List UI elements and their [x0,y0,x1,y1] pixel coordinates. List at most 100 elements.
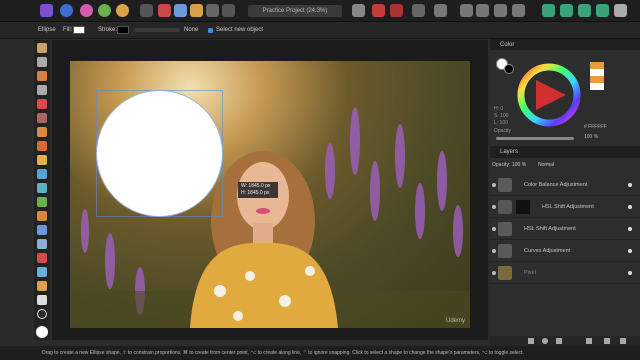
flood-fill-icon[interactable] [37,183,47,193]
toggle-icon[interactable] [434,4,447,17]
snapping-icon[interactable] [372,4,385,17]
studio-icon-4[interactable] [596,4,609,17]
adjustment-icon[interactable] [542,338,548,344]
color-panel: H: 0 S: 100 L: 100 Opacity # FFFFFF 100 … [490,50,640,146]
layer-visibility-toggle[interactable] [628,271,632,275]
layer-visibility-toggle[interactable] [628,227,632,231]
mask-icon[interactable] [222,4,235,17]
layer-visibility-toggle[interactable] [628,249,632,253]
layers-panel-title: Layers [500,149,519,155]
marquee-icon[interactable] [37,127,47,137]
layer-row[interactable]: Color Balance Adjustment [490,174,640,196]
delete-layer-icon[interactable] [620,338,626,344]
red-eye-icon[interactable] [37,253,47,263]
layer-name: Color Balance Adjustment [524,182,588,188]
layer-menu-icon[interactable] [140,4,153,17]
color-picker-icon[interactable] [158,4,171,17]
persona-liquify-icon[interactable] [80,4,93,17]
studio-icon-1[interactable] [542,4,555,17]
clone-icon[interactable] [37,225,47,235]
erase-brush-icon[interactable] [37,169,47,179]
layers-opacity-label: Opacity: [492,162,511,168]
studio-icon-3[interactable] [578,4,591,17]
layer-visibility-toggle[interactable] [628,183,632,187]
layer-row[interactable]: Pixel [490,262,640,284]
color-replace-icon[interactable] [37,155,47,165]
export-icon[interactable] [512,4,525,17]
layer-thumbnail [498,200,512,214]
layer-row[interactable]: HSL Shift Adjustment [490,196,640,218]
select-new-checkbox[interactable] [208,28,213,33]
blend-mode-select[interactable]: Normal [538,162,554,168]
visibility-icon[interactable] [492,183,496,187]
visibility-icon[interactable] [492,249,496,253]
opacity-value[interactable]: 100 % [584,134,598,140]
color-wheel[interactable] [516,62,582,128]
pen-tool-icon[interactable] [37,281,47,291]
share-icon[interactable] [476,4,489,17]
tooltip-height: H: 1845.0 px [241,190,270,196]
blemish-icon[interactable] [37,239,47,249]
mask-thumbnail [516,200,530,214]
history-icon[interactable] [206,4,219,17]
document-title[interactable]: Practice Project (24.3%) [248,5,342,17]
live-filter-icon[interactable] [556,338,562,344]
layers-opacity-value[interactable]: 100 % [512,162,526,168]
visibility-icon[interactable] [492,227,496,231]
tooltip-width: W: 1845.0 px [241,183,271,189]
secondary-color-swatch[interactable] [504,64,514,74]
layer-thumbnail [498,178,512,192]
layer-row[interactable]: Curves Adjustment [490,240,640,262]
brush-settings-icon[interactable] [460,4,473,17]
crop-tool-icon[interactable] [37,85,47,95]
h-value: H: 0 [494,106,504,112]
size-tooltip: W: 1845.0 px H: 1845.0 px [238,182,278,198]
persona-tone-icon[interactable] [116,4,129,17]
hex-value[interactable]: # FFFFFF [584,124,607,130]
watermark: Udemy [446,318,466,324]
layer-row[interactable]: HSL Shift Adjustment [490,218,640,240]
stroke-swatch[interactable] [117,26,129,34]
select-new-label: Select new object [216,27,264,33]
arrange-icon[interactable] [494,4,507,17]
hand-tool-icon[interactable] [37,43,47,53]
recent-swatches[interactable] [590,62,604,90]
studio-icon-5[interactable] [614,4,627,17]
quick-mask-icon[interactable] [412,4,425,17]
text-tool-icon[interactable] [37,295,47,305]
dodge-icon[interactable] [37,211,47,221]
studio-icon-2[interactable] [560,4,573,17]
layer-visibility-toggle[interactable] [628,205,632,209]
opacity-slider[interactable] [496,137,574,140]
move-tool-icon[interactable] [37,71,47,81]
paint-brush-icon[interactable] [37,141,47,151]
new-layer-icon[interactable] [604,338,610,344]
layer-options-icon[interactable] [528,338,534,344]
assistant-icon[interactable] [390,4,403,17]
persona-photo-icon[interactable] [60,4,73,17]
fill-swatch[interactable] [73,26,85,34]
fill-label: Fill: [63,27,73,33]
blur-brush-icon[interactable] [37,267,47,277]
ellipse-shape[interactable] [96,90,223,217]
layers-panel-header[interactable]: Layers [490,146,640,158]
view-mode-icon[interactable] [352,4,365,17]
layer-name: Curves Adjustment [524,248,571,254]
stroke-style-value[interactable]: None [184,22,198,39]
group-icon[interactable] [586,338,592,344]
view-tool-icon[interactable] [37,57,47,67]
selection-brush-icon[interactable] [37,99,47,109]
app-logo-icon[interactable] [40,4,53,17]
visibility-icon[interactable] [492,271,496,275]
stroke-style-slider[interactable] [134,28,180,32]
adjustments-icon[interactable] [174,4,187,17]
ellipse-tool-icon[interactable] [37,309,47,319]
layer-thumbnail [498,244,512,258]
foreground-color-swatch[interactable] [36,326,48,338]
flood-select-icon[interactable] [37,113,47,123]
gradient-icon[interactable] [37,197,47,207]
persona-develop-icon[interactable] [98,4,111,17]
filters-icon[interactable] [190,4,203,17]
layer-name: Pixel [524,270,536,276]
visibility-icon[interactable] [492,205,496,209]
